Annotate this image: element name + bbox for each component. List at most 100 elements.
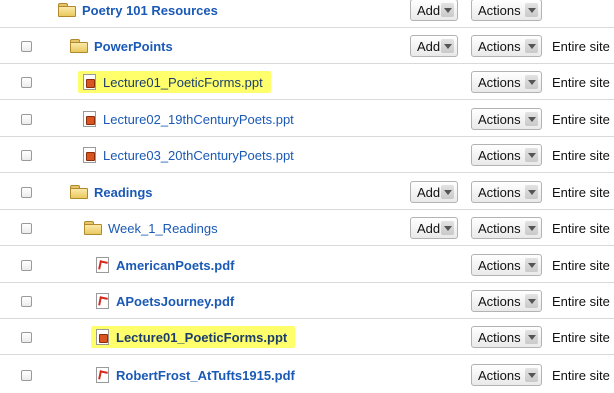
list-item: PowerPoints Add Actions Entire site (0, 28, 614, 64)
chevron-down-icon (525, 75, 538, 89)
row-checkbox[interactable] (21, 332, 32, 343)
chevron-down-icon (525, 148, 538, 162)
list-item: Lecture03_20thCenturyPoets.ppt Actions E… (0, 137, 614, 173)
folder-icon (70, 39, 88, 53)
highlight: Lecture01_PoeticForms.ppt (78, 71, 271, 93)
file-link[interactable]: AmericanPoets.pdf (116, 258, 234, 273)
add-button[interactable]: Add (410, 181, 458, 203)
scope-text: Entire site (552, 75, 610, 90)
folder-link[interactable]: Week_1_Readings (108, 221, 218, 236)
item-poetry-101: Poetry 101 Resources (58, 0, 218, 28)
item-powerpoints: PowerPoints (70, 28, 173, 64)
scope-text: Entire site (552, 185, 610, 200)
scope-text: Entire site (552, 39, 610, 54)
highlight: Lecture01_PoeticForms.ppt (91, 326, 296, 348)
folder-icon (84, 221, 102, 235)
chevron-down-icon (525, 294, 538, 308)
add-button[interactable]: Add (410, 0, 458, 21)
row-checkbox[interactable] (21, 223, 32, 234)
list-item: Lecture01_PoeticForms.ppt Actions Entire… (0, 319, 614, 355)
folder-link[interactable]: Readings (94, 185, 153, 200)
pdf-file-icon (96, 257, 109, 273)
ppt-file-icon (96, 329, 109, 345)
chevron-down-icon (525, 330, 538, 344)
row-checkbox[interactable] (21, 187, 32, 198)
actions-button[interactable]: Actions (471, 254, 542, 276)
add-button[interactable]: Add (410, 35, 458, 57)
list-item: AmericanPoets.pdf Actions Entire site (0, 247, 614, 283)
list-item: Poetry 101 Resources Add Actions (0, 0, 614, 28)
actions-button[interactable]: Actions (471, 290, 542, 312)
actions-label: Actions (478, 147, 521, 163)
actions-label: Actions (478, 329, 521, 345)
chevron-down-icon (525, 112, 538, 126)
add-label: Add (417, 184, 441, 200)
add-button[interactable]: Add (410, 217, 458, 239)
file-link[interactable]: Lecture02_19thCenturyPoets.ppt (103, 112, 294, 127)
actions-button[interactable]: Actions (471, 0, 542, 21)
list-item: APoetsJourney.pdf Actions Entire site (0, 283, 614, 319)
file-link[interactable]: Lecture03_20thCenturyPoets.ppt (103, 148, 294, 163)
scope-text: Entire site (552, 330, 610, 345)
chevron-down-icon (441, 221, 454, 235)
scope-text: Entire site (552, 294, 610, 309)
chevron-down-icon (525, 258, 538, 272)
file-link[interactable]: APoetsJourney.pdf (116, 294, 234, 309)
actions-label: Actions (478, 367, 521, 383)
actions-button[interactable]: Actions (471, 71, 542, 93)
item-lecture03: Lecture03_20thCenturyPoets.ppt (83, 137, 294, 173)
item-readings: Readings (70, 174, 153, 210)
ppt-file-icon (83, 74, 96, 90)
folder-link[interactable]: PowerPoints (94, 39, 173, 54)
row-checkbox[interactable] (21, 41, 32, 52)
actions-button[interactable]: Actions (471, 181, 542, 203)
actions-label: Actions (478, 2, 521, 18)
pdf-file-icon (96, 367, 109, 383)
row-checkbox[interactable] (21, 260, 32, 271)
file-link[interactable]: Lecture01_PoeticForms.ppt (116, 330, 287, 345)
row-checkbox[interactable] (21, 77, 32, 88)
actions-button[interactable]: Actions (471, 108, 542, 130)
row-checkbox[interactable] (21, 150, 32, 161)
ppt-file-icon (83, 111, 96, 127)
row-checkbox[interactable] (21, 370, 32, 381)
folder-link[interactable]: Poetry 101 Resources (82, 3, 218, 18)
folder-icon (70, 185, 88, 199)
add-label: Add (417, 2, 441, 18)
folder-icon (58, 3, 76, 17)
chevron-down-icon (441, 3, 454, 17)
ppt-file-icon (83, 147, 96, 163)
pdf-file-icon (96, 293, 109, 309)
item-lecture01: Lecture01_PoeticForms.ppt (78, 64, 271, 100)
scope-text: Entire site (552, 221, 610, 236)
chevron-down-icon (525, 185, 538, 199)
chevron-down-icon (525, 368, 538, 382)
chevron-down-icon (525, 39, 538, 53)
actions-button[interactable]: Actions (471, 364, 542, 386)
item-lecture02: Lecture02_19thCenturyPoets.ppt (83, 101, 294, 137)
actions-label: Actions (478, 184, 521, 200)
add-label: Add (417, 38, 441, 54)
item-robertfrost: RobertFrost_AtTufts1915.pdf (96, 357, 295, 393)
scope-text: Entire site (552, 368, 610, 383)
add-label: Add (417, 220, 441, 236)
list-item: Lecture02_19thCenturyPoets.ppt Actions E… (0, 101, 614, 137)
scope-text: Entire site (552, 112, 610, 127)
actions-label: Actions (478, 257, 521, 273)
actions-button[interactable]: Actions (471, 326, 542, 348)
actions-button[interactable]: Actions (471, 35, 542, 57)
list-item: Readings Add Actions Entire site (0, 174, 614, 210)
file-link[interactable]: RobertFrost_AtTufts1915.pdf (116, 368, 295, 383)
chevron-down-icon (525, 3, 538, 17)
item-lecture01-copy: Lecture01_PoeticForms.ppt (91, 319, 296, 355)
item-americanpoets: AmericanPoets.pdf (96, 247, 234, 283)
scope-text: Entire site (552, 148, 610, 163)
actions-label: Actions (478, 220, 521, 236)
actions-button[interactable]: Actions (471, 144, 542, 166)
actions-button[interactable]: Actions (471, 217, 542, 239)
row-checkbox[interactable] (21, 296, 32, 307)
row-checkbox[interactable] (21, 114, 32, 125)
item-week1: Week_1_Readings (84, 210, 218, 246)
list-item: Week_1_Readings Add Actions Entire site (0, 210, 614, 246)
file-link[interactable]: Lecture01_PoeticForms.ppt (103, 75, 263, 90)
